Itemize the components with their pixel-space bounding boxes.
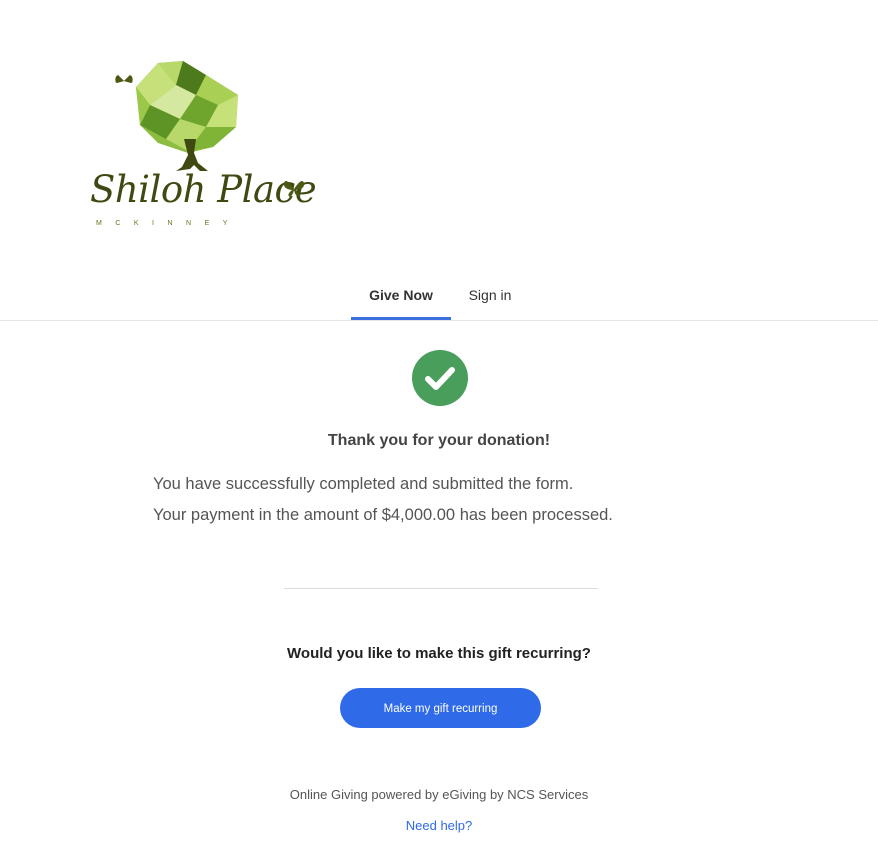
organization-logo: Shiloh Place MCKINNEY bbox=[88, 55, 317, 235]
need-help-link[interactable]: Need help? bbox=[0, 818, 878, 833]
logo-subtitle: MCKINNEY bbox=[96, 220, 241, 227]
make-gift-recurring-button[interactable]: Make my gift recurring bbox=[340, 688, 541, 728]
recurring-question: Would you like to make this gift recurri… bbox=[287, 645, 591, 662]
butterfly-icon bbox=[283, 181, 305, 197]
tree-icon bbox=[115, 61, 238, 171]
confirmation-message-line2: Your payment in the amount of $4,000.00 … bbox=[153, 506, 613, 524]
confirmation-title: Thank you for your donation! bbox=[327, 432, 551, 449]
tab-give-now[interactable]: Give Now bbox=[351, 276, 451, 320]
powered-by-text: Online Giving powered by eGiving by NCS … bbox=[289, 787, 589, 802]
tab-bar: Give Now Sign in bbox=[0, 276, 878, 321]
confirmation-message-line1: You have successfully completed and subm… bbox=[153, 475, 574, 493]
check-circle-icon bbox=[412, 350, 468, 406]
divider bbox=[284, 588, 598, 589]
tab-sign-in[interactable]: Sign in bbox=[458, 276, 522, 319]
